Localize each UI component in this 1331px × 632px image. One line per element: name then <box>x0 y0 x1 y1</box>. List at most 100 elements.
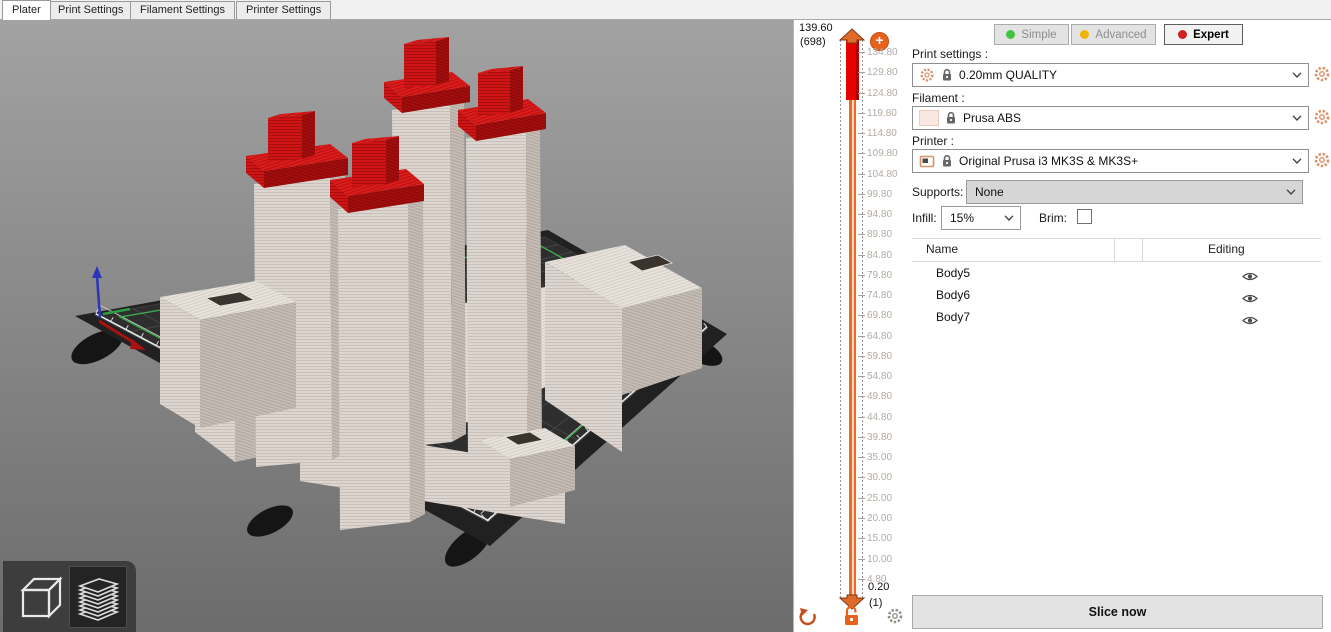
slider-tick-label: 35.00 <box>867 452 892 463</box>
slider-tick-label: 25.00 <box>867 493 892 504</box>
slider-tick-mark <box>858 174 865 175</box>
table-header-name: Name <box>926 242 958 256</box>
slider-top-layer: (698) <box>800 36 826 48</box>
table-header-editing: Editing <box>1208 242 1245 256</box>
slider-tick-mark <box>858 457 865 458</box>
slider-tick-label: 89.80 <box>867 229 892 240</box>
tab-plater[interactable]: Plater <box>2 0 51 20</box>
tab-print-settings[interactable]: Print Settings <box>48 1 133 19</box>
slider-bottom-layer: (1) <box>869 597 882 609</box>
gear-icon <box>1313 151 1331 169</box>
main-tab-bar: Plater Print Settings Filament Settings … <box>0 0 1331 20</box>
slider-tick-mark <box>858 477 865 478</box>
object-name: Body6 <box>936 288 970 302</box>
slider-red-region <box>846 40 859 100</box>
profile-gear-icon <box>919 67 935 83</box>
gear-icon <box>1313 108 1331 126</box>
viewport-3d[interactable]: ORIGINAL PRUSA i3 MK3 by Josef Prusa <box>0 0 793 632</box>
slider-tickline-right <box>862 40 863 598</box>
object-name: Body7 <box>936 310 970 324</box>
slider-tick-mark <box>858 255 865 256</box>
slider-tick-label: 49.80 <box>867 391 892 402</box>
right-sidebar: 139.60 (698) + 134.80129.80124.80119.801… <box>793 0 1331 632</box>
filament-color-swatch <box>919 110 939 126</box>
printer-combo[interactable]: Original Prusa i3 MK3S & MK3S+ <box>912 149 1309 173</box>
slider-tick-mark <box>858 214 865 215</box>
printer-label: Printer : <box>912 134 954 148</box>
filament-gear-button[interactable] <box>1313 108 1331 126</box>
slider-tick-label: 119.80 <box>867 108 897 119</box>
slider-tick-label: 99.80 <box>867 189 892 200</box>
filament-combo[interactable]: Prusa ABS <box>912 106 1309 130</box>
undo-icon[interactable] <box>798 606 818 626</box>
slider-tick-mark <box>858 93 865 94</box>
simple-dot-icon <box>1006 30 1015 39</box>
table-row[interactable]: Body5 <box>912 263 1321 285</box>
slider-track-center <box>852 100 854 596</box>
slider-tick-label: 79.80 <box>867 270 892 281</box>
slider-tick-mark <box>858 559 865 560</box>
slider-tick-mark <box>858 315 865 316</box>
slider-tick-mark <box>858 417 865 418</box>
mode-simple-button[interactable]: Simple <box>994 24 1069 45</box>
slider-tick-label: 30.00 <box>867 472 892 483</box>
slice-now-button[interactable]: Slice now <box>912 595 1323 629</box>
slider-tick-label: 44.80 <box>867 412 892 423</box>
infill-select[interactable]: 15% <box>941 206 1021 230</box>
scene-3d: ORIGINAL PRUSA i3 MK3 by Josef Prusa <box>0 0 793 632</box>
slider-settings-gear-icon[interactable] <box>886 607 904 625</box>
tab-printer-settings[interactable]: Printer Settings <box>236 1 331 19</box>
filament-label: Filament : <box>912 91 965 105</box>
object-name: Body5 <box>936 266 970 280</box>
print-settings-gear-button[interactable] <box>1313 65 1331 83</box>
slider-tick-label: 134.80 <box>867 47 898 58</box>
table-row[interactable]: Body7 <box>912 307 1321 329</box>
slider-tick-label: 15.00 <box>867 533 892 544</box>
slider-tick-label: 20.00 <box>867 513 892 524</box>
slider-tick-label: 129.80 <box>867 67 898 78</box>
eye-icon <box>1242 315 1258 326</box>
printer-value: Original Prusa i3 MK3S & MK3S+ <box>959 154 1286 168</box>
chevron-down-icon <box>1292 72 1302 78</box>
slider-tickline-left <box>840 40 841 598</box>
table-header-underline <box>912 261 1321 262</box>
slider-tick-mark <box>858 275 865 276</box>
slider-tick-mark <box>858 518 865 519</box>
unlock-icon[interactable] <box>842 604 862 626</box>
tab-filament-settings[interactable]: Filament Settings <box>130 1 235 19</box>
slider-handle-top[interactable] <box>838 27 866 44</box>
filament-value: Prusa ABS <box>963 111 1286 125</box>
prusaslicer-window: ORIGINAL PRUSA i3 MK3 by Josef Prusa <box>0 0 1331 632</box>
mode-advanced-button[interactable]: Advanced <box>1071 24 1156 45</box>
editor-view-button[interactable] <box>9 566 65 626</box>
slider-tick-mark <box>858 133 865 134</box>
table-row[interactable]: Body6 <box>912 285 1321 307</box>
preview-view-button[interactable] <box>69 566 127 628</box>
printer-icon <box>919 153 935 169</box>
slider-tick-label: 10.00 <box>867 554 892 565</box>
cube-view-icon <box>9 566 65 626</box>
toggle-visibility-button[interactable] <box>1242 313 1258 331</box>
slider-top-height: 139.60 <box>799 22 833 34</box>
slider-tick-label: 69.80 <box>867 310 892 321</box>
chevron-down-icon <box>1286 189 1296 195</box>
slider-tick-mark <box>858 579 865 580</box>
slider-tick-label: 74.80 <box>867 290 892 301</box>
slider-tick-mark <box>858 396 865 397</box>
gear-icon <box>1313 65 1331 83</box>
supports-select[interactable]: None <box>966 180 1303 204</box>
mode-expert-button[interactable]: Expert <box>1164 24 1243 45</box>
infill-value: 15% <box>950 211 974 225</box>
print-settings-combo[interactable]: 0.20mm QUALITY <box>912 63 1309 87</box>
slider-tick-mark <box>858 52 865 53</box>
slider-tick-mark <box>858 538 865 539</box>
slider-tick-mark <box>858 72 865 73</box>
advanced-dot-icon <box>1080 30 1089 39</box>
slider-tick-label: 54.80 <box>867 371 892 382</box>
table-column-divider <box>1114 238 1115 261</box>
slider-tick-label: 84.80 <box>867 250 892 261</box>
brim-checkbox[interactable] <box>1077 209 1092 224</box>
slider-tick-mark <box>858 336 865 337</box>
slider-bottom-height: 0.20 <box>868 581 889 593</box>
printer-gear-button[interactable] <box>1313 151 1331 169</box>
